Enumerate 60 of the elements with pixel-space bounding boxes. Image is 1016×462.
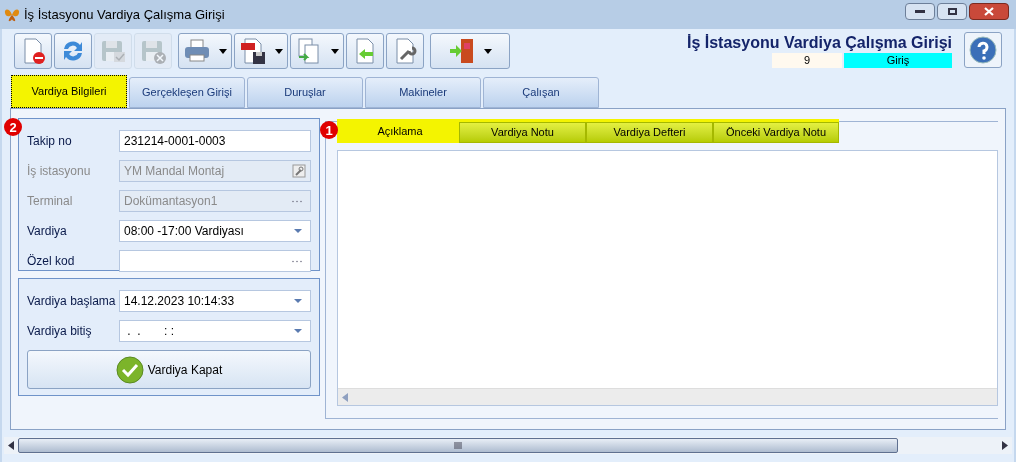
input-field[interactable]: 231214-0001-0003 [119, 130, 311, 152]
input-field[interactable]: 08:00 -17:00 Vardiyası [119, 220, 311, 242]
caret-icon [331, 48, 339, 54]
horizontal-scrollbar[interactable] [4, 437, 1012, 454]
field-value: 08:00 -17:00 Vardiyası [124, 223, 245, 240]
record-number: 9 [772, 53, 842, 68]
close-icon [984, 7, 994, 16]
butterfly-icon [4, 7, 20, 22]
tab[interactable]: Vardiya Defteri [586, 122, 713, 143]
tab[interactable]: Önceki Vardiya Notu [713, 122, 839, 143]
caret-icon [219, 48, 227, 54]
dropdown-arrow-icon[interactable] [294, 299, 302, 303]
dropdown-arrow-icon[interactable] [294, 229, 302, 233]
input-field[interactable]: . . : : [119, 320, 311, 342]
printer-icon [183, 37, 211, 65]
field-label: Terminal [27, 193, 74, 210]
ellipsis-icon[interactable] [292, 259, 302, 263]
field-value: 14.12.2023 10:14:33 [124, 293, 236, 310]
input-field[interactable]: 14.12.2023 10:14:33 [119, 290, 311, 312]
field-value: . . : : [126, 323, 175, 340]
tab[interactable]: Gerçekleşen Girişi [129, 77, 245, 108]
field-value: Dokümantasyon1 [124, 193, 219, 210]
mode-indicator: Giriş [844, 53, 952, 68]
annotation-badge: 1 [320, 121, 338, 139]
close-button[interactable] [969, 3, 1009, 20]
field-value: YM Mandal Montaj [124, 163, 226, 180]
field-label: Vardiya [27, 223, 68, 240]
pdf-save-icon [239, 37, 267, 65]
field-label: Özel kod [27, 253, 76, 270]
field-label: Vardiya başlama [27, 293, 117, 310]
checkmark-icon [115, 355, 144, 384]
field-label: İş istasyonu [27, 163, 92, 180]
minimize-button[interactable] [905, 3, 935, 20]
tab[interactable]: Çalışan [483, 77, 599, 108]
input-field[interactable] [119, 250, 311, 272]
help-icon [969, 36, 997, 64]
form-heading: İş İstasyonu Vardiya Çalışma Girişi [687, 33, 952, 53]
dropdown-arrow-icon[interactable] [294, 329, 302, 333]
field-label: Vardiya bitiş [27, 323, 93, 340]
maximize-button[interactable] [937, 3, 967, 20]
field-label: Takip no [27, 133, 73, 150]
scroll-left-icon[interactable] [8, 441, 14, 450]
toolbar-button[interactable] [234, 33, 288, 69]
field-value: 231214-0001-0003 [124, 133, 227, 150]
tab[interactable]: Vardiya Notu [459, 122, 586, 143]
help-button[interactable] [964, 32, 1002, 68]
grip-icon [454, 442, 462, 449]
caret-icon [275, 48, 283, 54]
tab[interactable]: Makineler [365, 77, 481, 108]
window-title: İş İstasyonu Vardiya Çalışma Girişi [24, 5, 225, 24]
caret-icon [484, 48, 492, 54]
tab[interactable]: Duruşlar [247, 77, 363, 108]
exit-door-icon [448, 37, 476, 65]
annotation-badge: 2 [4, 118, 22, 136]
tab[interactable]: Vardiya Bilgileri [11, 75, 127, 108]
scroll-right-icon[interactable] [1002, 441, 1008, 450]
close-shift-button[interactable]: Vardiya Kapat [27, 350, 311, 389]
horizontal-scrollbar[interactable] [338, 388, 997, 405]
toolbar-button[interactable] [386, 33, 424, 69]
scrollbar-thumb[interactable] [18, 438, 898, 453]
